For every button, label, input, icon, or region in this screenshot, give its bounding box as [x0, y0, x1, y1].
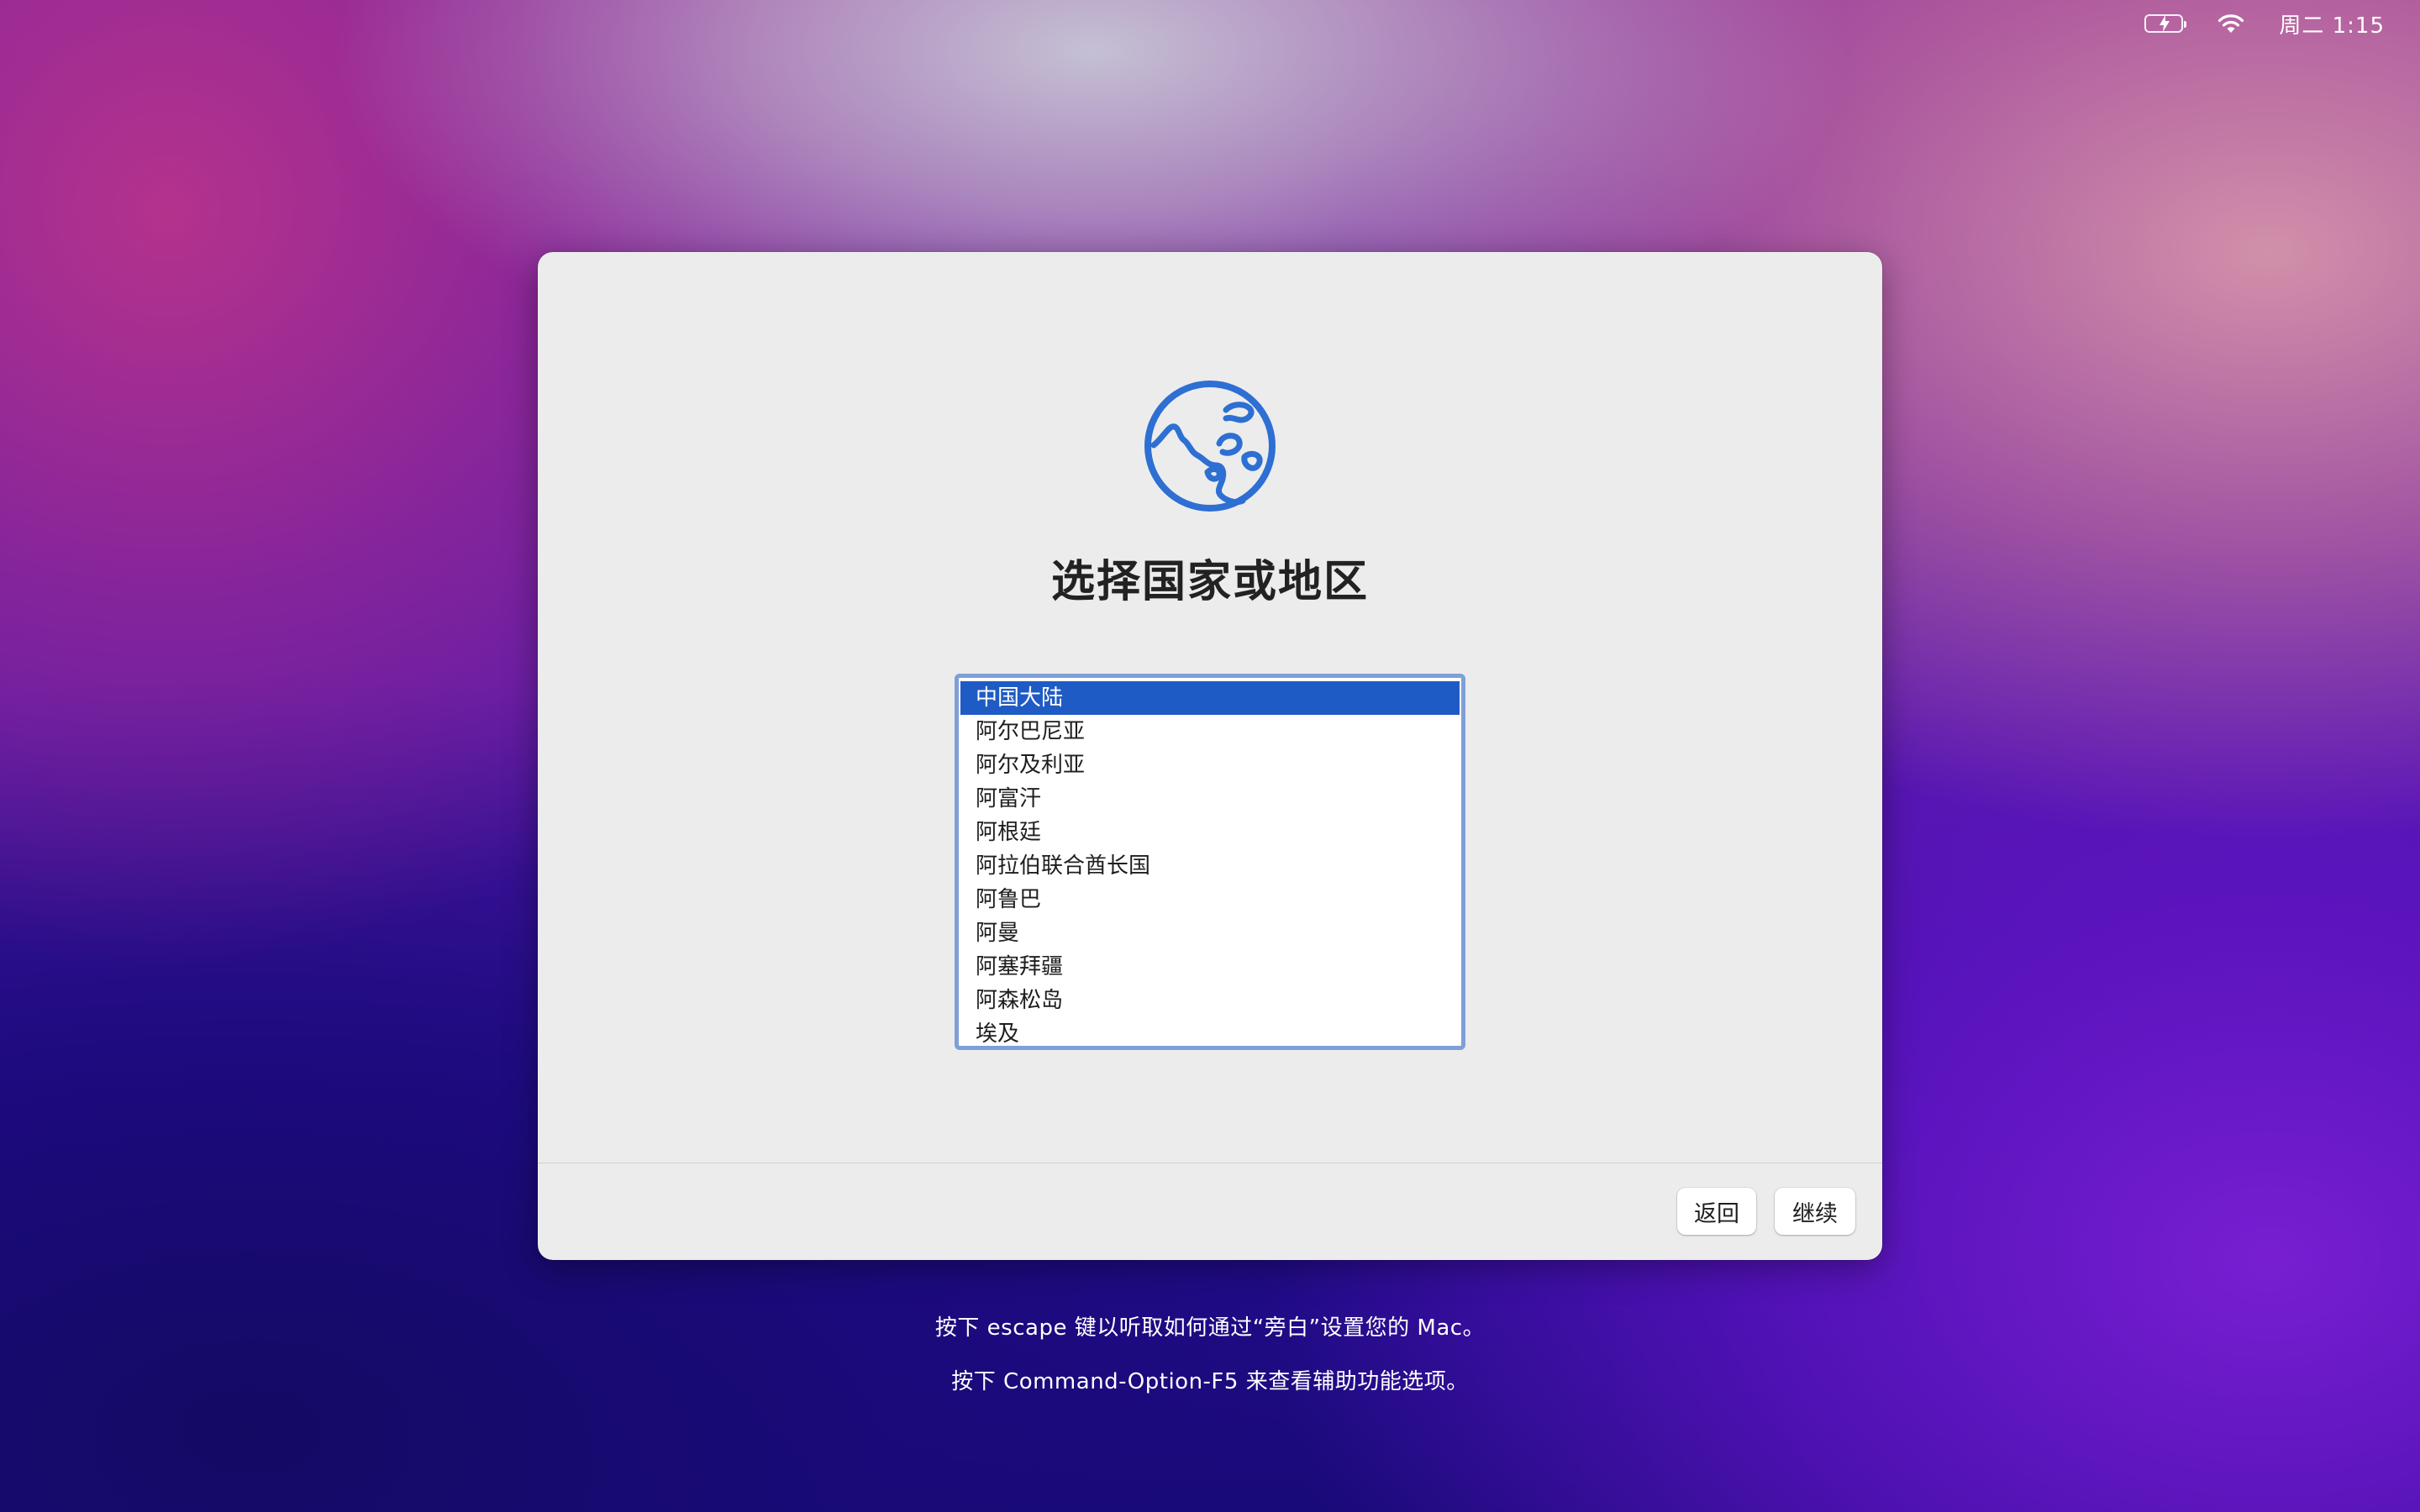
list-item[interactable]: 阿尔及利亚 [960, 748, 1460, 782]
globe-icon [1142, 378, 1278, 514]
continue-button[interactable]: 继续 [1775, 1188, 1855, 1235]
country-region-list[interactable]: 中国大陆 阿尔巴尼亚 阿尔及利亚 阿富汗 阿根廷 阿拉伯联合酋长国 阿鲁巴 阿曼… [955, 674, 1465, 1050]
list-item[interactable]: 埃及 [960, 1017, 1460, 1046]
list-item-selected[interactable]: 中国大陆 [960, 681, 1460, 715]
list-item[interactable]: 阿塞拜疆 [960, 950, 1460, 984]
list-item[interactable]: 阿富汗 [960, 782, 1460, 816]
menu-bar-clock[interactable]: 周二 1:15 [2279, 8, 2385, 39]
setup-assistant-dialog: 选择国家或地区 中国大陆 阿尔巴尼亚 阿尔及利亚 阿富汗 阿根廷 阿拉伯联合酋长… [538, 252, 1882, 1260]
back-button[interactable]: 返回 [1677, 1188, 1756, 1235]
list-item[interactable]: 阿曼 [960, 916, 1460, 950]
menu-bar: 周二 1:15 [2144, 0, 2420, 47]
voiceover-hint: 按下 escape 键以听取如何通过“旁白”设置您的 Mac。 [934, 1315, 1486, 1341]
page-title: 选择国家或地区 [1050, 557, 1369, 607]
accessibility-hint: 按下 Command-Option-F5 来查看辅助功能选项。 [951, 1369, 1469, 1394]
wifi-icon[interactable] [2217, 13, 2245, 34]
list-item[interactable]: 阿鲁巴 [960, 883, 1460, 916]
list-item[interactable]: 阿根廷 [960, 816, 1460, 849]
lightning-bolt-icon [2160, 15, 2170, 32]
list-item[interactable]: 阿拉伯联合酋长国 [960, 849, 1460, 883]
list-item[interactable]: 阿森松岛 [960, 984, 1460, 1017]
list-item[interactable]: 阿尔巴尼亚 [960, 715, 1460, 748]
battery-charging-icon[interactable] [2144, 14, 2187, 33]
